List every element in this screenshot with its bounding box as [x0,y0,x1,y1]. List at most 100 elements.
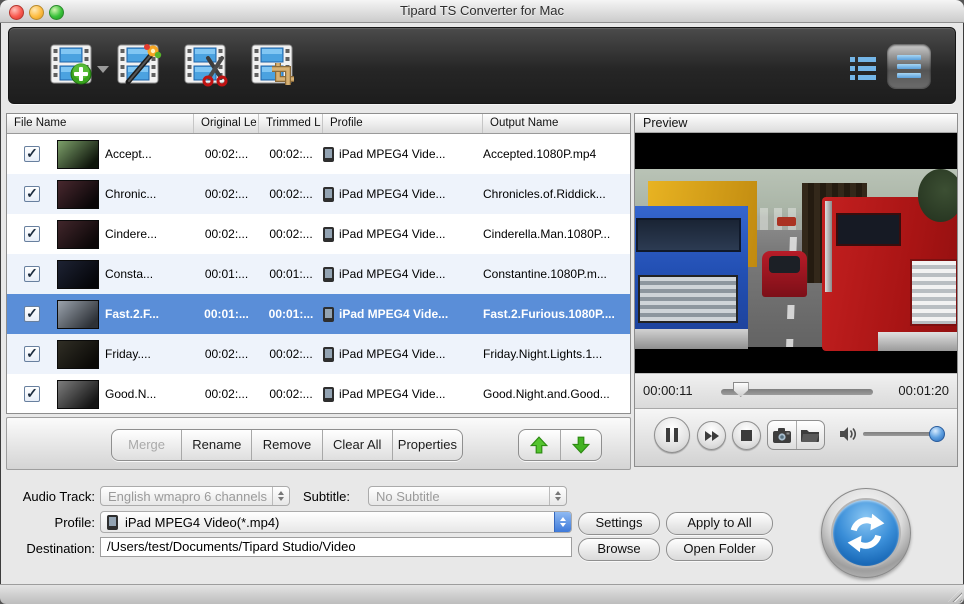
row-profile: iPad MPEG4 Vide... [339,267,446,281]
destination-label: Destination: [0,541,95,556]
profile-device-icon [323,187,334,202]
row-profile: iPad MPEG4 Vide... [339,347,446,361]
volume-slider-thumb[interactable] [929,426,945,442]
film-magic-wand-icon [116,42,160,86]
subtitle-label: Subtitle: [250,489,350,504]
row-original-length: 00:02:... [194,227,259,241]
trim-button[interactable] [183,42,227,86]
reorder-buttons [518,429,602,461]
destination-field[interactable]: /Users/test/Documents/Tipard Studio/Vide… [100,537,572,557]
column-header-profile: Profile [323,114,483,133]
row-checkbox[interactable]: ✓ [24,386,40,402]
profile-device-icon [323,307,334,322]
profile-select[interactable]: iPad MPEG4 Video(*.mp4) [100,511,572,533]
app-window: Tipard TS Converter for Mac [0,0,964,604]
row-file-name: Good.N... [105,387,194,401]
pause-button[interactable] [654,417,690,453]
open-folder-button[interactable]: Open Folder [666,538,773,561]
apply-to-all-button[interactable]: Apply to All [666,512,773,535]
resize-grip[interactable] [948,588,962,602]
table-row[interactable]: ✓ Consta... 00:01:... 00:01:... iPad MPE… [7,254,630,294]
current-time: 00:00:11 [643,383,693,398]
volume-button[interactable] [839,426,859,447]
table-row[interactable]: ✓ Cindere... 00:02:... 00:02:... iPad MP… [7,214,630,254]
rename-button[interactable]: Rename [182,430,252,460]
profile-device-icon [323,347,334,362]
profile-device-icon [323,227,334,242]
list-action-bar: Merge Rename Remove Clear All Properties [6,417,631,470]
profile-device-icon [323,147,334,162]
clear-all-button[interactable]: Clear All [323,430,393,460]
open-snapshot-folder-button[interactable] [797,421,825,449]
seek-slider[interactable] [721,389,873,395]
row-trimmed-length: 00:01:... [259,307,323,321]
video-frame [635,133,957,373]
audio-track-label: Audio Track: [0,489,95,504]
row-checkbox[interactable]: ✓ [24,226,40,242]
row-original-length: 00:02:... [194,387,259,401]
profile-device-icon [323,387,334,402]
profile-device-icon [107,515,118,530]
row-output-name: Fast.2.Furious.1080P.... [483,307,630,321]
table-row[interactable]: ✓ Fast.2.F... 00:01:... 00:01:... iPad M… [7,294,630,334]
move-up-button[interactable] [519,430,561,460]
profile-value: iPad MPEG4 Video(*.mp4) [118,515,554,530]
row-thumbnail [57,180,99,209]
output-settings-panel: Audio Track: English wmapro 6 channels S… [0,470,964,585]
row-output-name: Constantine.1080P.m... [483,267,630,281]
detail-view-toggle[interactable] [887,44,931,88]
total-time: 00:01:20 [898,383,949,398]
row-trimmed-length: 00:02:... [259,347,323,361]
properties-button[interactable]: Properties [393,430,462,460]
row-checkbox[interactable]: ✓ [24,306,40,322]
row-thumbnail [57,340,99,369]
seek-slider-thumb[interactable] [733,382,749,397]
merge-button[interactable]: Merge [112,430,182,460]
row-thumbnail [57,260,99,289]
row-file-name: Cindere... [105,227,194,241]
fast-forward-icon [705,431,719,441]
arrow-up-icon [530,436,548,454]
move-down-button[interactable] [561,430,602,460]
remove-button[interactable]: Remove [252,430,322,460]
add-video-button[interactable] [49,42,93,86]
table-row[interactable]: ✓ Friday.... 00:02:... 00:02:... iPad MP… [7,334,630,374]
window-title: Tipard TS Converter for Mac [0,3,964,18]
row-checkbox[interactable]: ✓ [24,186,40,202]
list-view-toggle[interactable] [847,55,879,81]
arrow-down-icon [572,436,590,454]
row-profile: iPad MPEG4 Vide... [339,307,448,321]
convert-button[interactable] [821,488,911,578]
file-list-rows: ✓ Accept... 00:02:... 00:02:... iPad MPE… [7,134,630,414]
table-row[interactable]: ✓ Chronic... 00:02:... 00:02:... iPad MP… [7,174,630,214]
stop-icon [741,430,752,441]
volume-slider[interactable] [863,432,941,436]
row-thumbnail [57,140,99,169]
row-file-name: Chronic... [105,187,194,201]
settings-button[interactable]: Settings [578,512,660,535]
row-checkbox[interactable]: ✓ [24,346,40,362]
table-row[interactable]: ✓ Good.N... 00:02:... 00:02:... iPad MPE… [7,374,630,414]
browse-button[interactable]: Browse [578,538,660,561]
profile-label: Profile: [0,515,95,530]
playback-progress-bar: 00:00:11 00:01:20 [635,373,957,409]
effect-button[interactable] [116,42,160,86]
stop-button[interactable] [732,421,761,450]
add-video-dropdown-caret[interactable] [97,66,109,73]
crop-button[interactable] [250,42,294,86]
row-trimmed-length: 00:02:... [259,147,323,161]
row-trimmed-length: 00:01:... [259,267,323,281]
main-toolbar [8,27,956,104]
row-thumbnail [57,220,99,249]
snapshot-button[interactable] [768,421,797,449]
column-header-file-name: File Name [7,114,194,133]
fast-forward-button[interactable] [697,421,726,450]
subtitle-select[interactable]: No Subtitle [368,486,567,506]
row-checkbox[interactable]: ✓ [24,146,40,162]
file-list: File Name Original Le Trimmed L Profile … [6,113,631,414]
speaker-icon [839,426,859,442]
row-checkbox[interactable]: ✓ [24,266,40,282]
table-row[interactable]: ✓ Accept... 00:02:... 00:02:... iPad MPE… [7,134,630,174]
film-crop-icon [250,42,294,86]
row-output-name: Cinderella.Man.1080P... [483,227,630,241]
